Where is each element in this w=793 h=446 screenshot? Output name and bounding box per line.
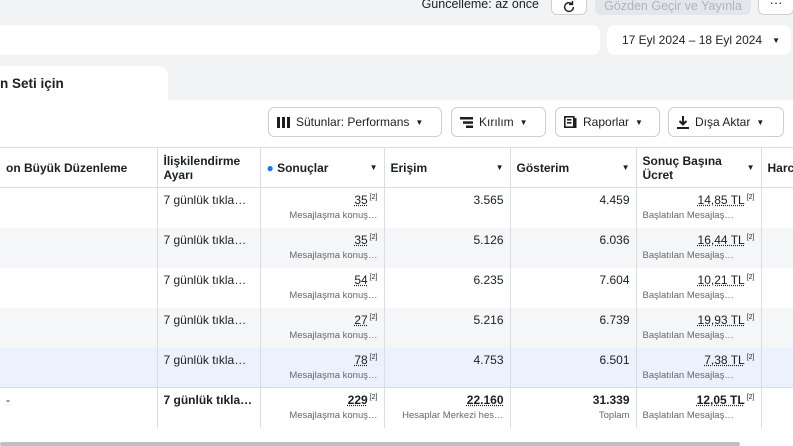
ad-sets-table: on Büyük Düzenleme İlişkilendirme Ayarı … [0, 147, 793, 428]
date-range-label: 17 Eyl 2024 – 18 Eyl 2024 [622, 33, 763, 47]
cost-cell: 10,21 TL [2] Başlatılan Mesajlaş… [636, 267, 762, 308]
impressions-cell: 6.501 [510, 347, 637, 388]
export-button[interactable]: Dışa Aktar ▼ [668, 107, 784, 137]
impressions-cell: 6.739 [510, 307, 637, 348]
reach-cell: 3.565 [384, 187, 511, 228]
chevron-down-icon: ▼ [772, 35, 781, 45]
reports-icon [564, 116, 577, 128]
more-options-button[interactable]: ··· [758, 0, 793, 15]
impressions-cell: 4.459 [510, 187, 637, 228]
attribution-cell: 7 günlük tıkla… [157, 187, 261, 228]
attribution-cell: 7 günlük tıkla… [157, 267, 261, 308]
edit-cell [0, 187, 158, 228]
columns-label: Sütunlar: Performans [296, 115, 410, 129]
chevron-down-icon: ▼ [635, 117, 643, 127]
spend-cell [761, 347, 793, 388]
date-range-picker[interactable]: 17 Eyl 2024 – 18 Eyl 2024 ▼ [607, 25, 791, 55]
cost-cell: 14,85 TL [2] Başlatılan Mesajlaş… [636, 187, 762, 228]
attribution-cell: 7 günlük tıkla… [157, 227, 261, 268]
chevron-down-icon: ▼ [519, 117, 528, 127]
chevron-down-icon: ▼ [495, 163, 504, 172]
cost-cell: 16,44 TL [2] Başlatılan Mesajlaş… [636, 227, 762, 268]
table-row[interactable]: 7 günlük tıkla… 78 [2] Mesajlaşma konuş… 4… [0, 347, 793, 388]
top-bar: Güncelleme: az önce Gözden Geçir ve Yayı… [0, 0, 793, 18]
impressions-cell: 6.036 [510, 227, 637, 268]
column-header-results[interactable]: ● Sonuçlar ▼ [260, 147, 385, 188]
attribution-cell: 7 günlük tıkla… [157, 307, 261, 348]
spend-cell [761, 187, 793, 228]
review-publish-button[interactable]: Gözden Geçir ve Yayınla [595, 0, 751, 15]
export-label: Dışa Aktar [695, 115, 751, 129]
impressions-cell: 31.339 Toplam [510, 387, 637, 428]
column-header-edit[interactable]: on Büyük Düzenleme [0, 147, 158, 188]
attribution-cell: 7 günlük tıkla… [157, 347, 261, 388]
spend-cell [761, 307, 793, 348]
reach-cell: 5.126 [384, 227, 511, 268]
breakdown-icon [460, 116, 473, 128]
download-icon [677, 115, 689, 129]
spend-cell [761, 227, 793, 268]
cost-cell: 7,38 TL [2] Başlatılan Mesajlaş… [636, 347, 762, 388]
table-row[interactable]: 7 günlük tıkla… 27 [2] Mesajlaşma konuş… 5… [0, 307, 793, 348]
chevron-down-icon: ▼ [415, 117, 424, 127]
column-header-spend[interactable]: Harc [761, 147, 793, 188]
edit-cell [0, 227, 158, 268]
updated-status: Güncelleme: az önce [421, 0, 539, 11]
reach-cell: 5.216 [384, 307, 511, 348]
edit-cell [0, 307, 158, 348]
reach-cell: 6.235 [384, 267, 511, 308]
reach-cell: 22.160 Hesaplar Merkezi hes… [384, 387, 511, 428]
results-cell: 54 [2] Mesajlaşma konuş… [260, 267, 385, 308]
impressions-cell: 7.604 [510, 267, 637, 308]
column-header-impressions[interactable]: Gösterim ▼ [510, 147, 637, 188]
results-cell: 35 [2] Mesajlaşma konuş… [260, 187, 385, 228]
edit-cell [0, 267, 158, 308]
refresh-icon [563, 0, 575, 12]
table-row[interactable]: 7 günlük tıkla… 54 [2] Mesajlaşma konuş… 6… [0, 267, 793, 308]
horizontal-scrollbar[interactable] [0, 442, 740, 446]
results-cell: 35 [2] Mesajlaşma konuş… [260, 227, 385, 268]
column-header-attribution[interactable]: İlişkilendirme Ayarı [157, 147, 261, 188]
table-row[interactable]: 7 günlük tıkla… 35 [2] Mesajlaşma konuş… 3… [0, 187, 793, 228]
columns-button[interactable]: Sütunlar: Performans ▼ [268, 107, 442, 137]
table-header-row: on Büyük Düzenleme İlişkilendirme Ayarı … [0, 147, 793, 188]
chevron-down-icon: ▼ [756, 117, 765, 127]
reach-cell: 4.753 [384, 347, 511, 388]
column-header-reach[interactable]: Erişim ▼ [384, 147, 511, 188]
breakdown-label: Kırılım [479, 115, 514, 129]
reports-button[interactable]: Raporlar ▼ [555, 107, 660, 137]
table-row[interactable]: 7 günlük tıkla… 35 [2] Mesajlaşma konuş… 5… [0, 227, 793, 268]
cost-cell: 12,05 TL [2] Başlatılan Mesajlaş… [636, 387, 762, 428]
attribution-cell: 7 günlük tıkla… [157, 387, 261, 428]
results-cell: 27 [2] Mesajlaşma konuş… [260, 307, 385, 348]
column-header-cost-per-result[interactable]: Sonuç Başına Ücret ▼ [636, 147, 762, 188]
edit-cell: - [0, 387, 158, 428]
refresh-button[interactable] [551, 0, 587, 15]
spend-cell [761, 267, 793, 308]
search-filter-bar[interactable] [0, 25, 600, 55]
table-total-row: - 7 günlük tıkla… 229 [2] Mesajlaşma konuş… [0, 387, 793, 428]
results-cell: 78 [2] Mesajlaşma konuş… [260, 347, 385, 388]
chevron-down-icon: ▼ [746, 163, 755, 172]
chevron-down-icon: ▼ [369, 163, 378, 172]
columns-icon [277, 116, 290, 128]
breakdown-button[interactable]: Kırılım ▼ [451, 107, 546, 137]
main-panel: Sütunlar: Performans ▼ Kırılım ▼ Raporla… [0, 100, 793, 446]
chevron-down-icon: ▼ [621, 163, 630, 172]
results-cell: 229 [2] Mesajlaşma konuş… [260, 387, 385, 428]
tab-ad-sets[interactable]: n Seti için [0, 66, 168, 100]
cost-cell: 19,93 TL [2] Başlatılan Mesajlaş… [636, 307, 762, 348]
edit-cell [0, 347, 158, 388]
info-icon: ● [266, 160, 274, 175]
spend-cell [761, 387, 793, 428]
reports-label: Raporlar [583, 115, 630, 129]
